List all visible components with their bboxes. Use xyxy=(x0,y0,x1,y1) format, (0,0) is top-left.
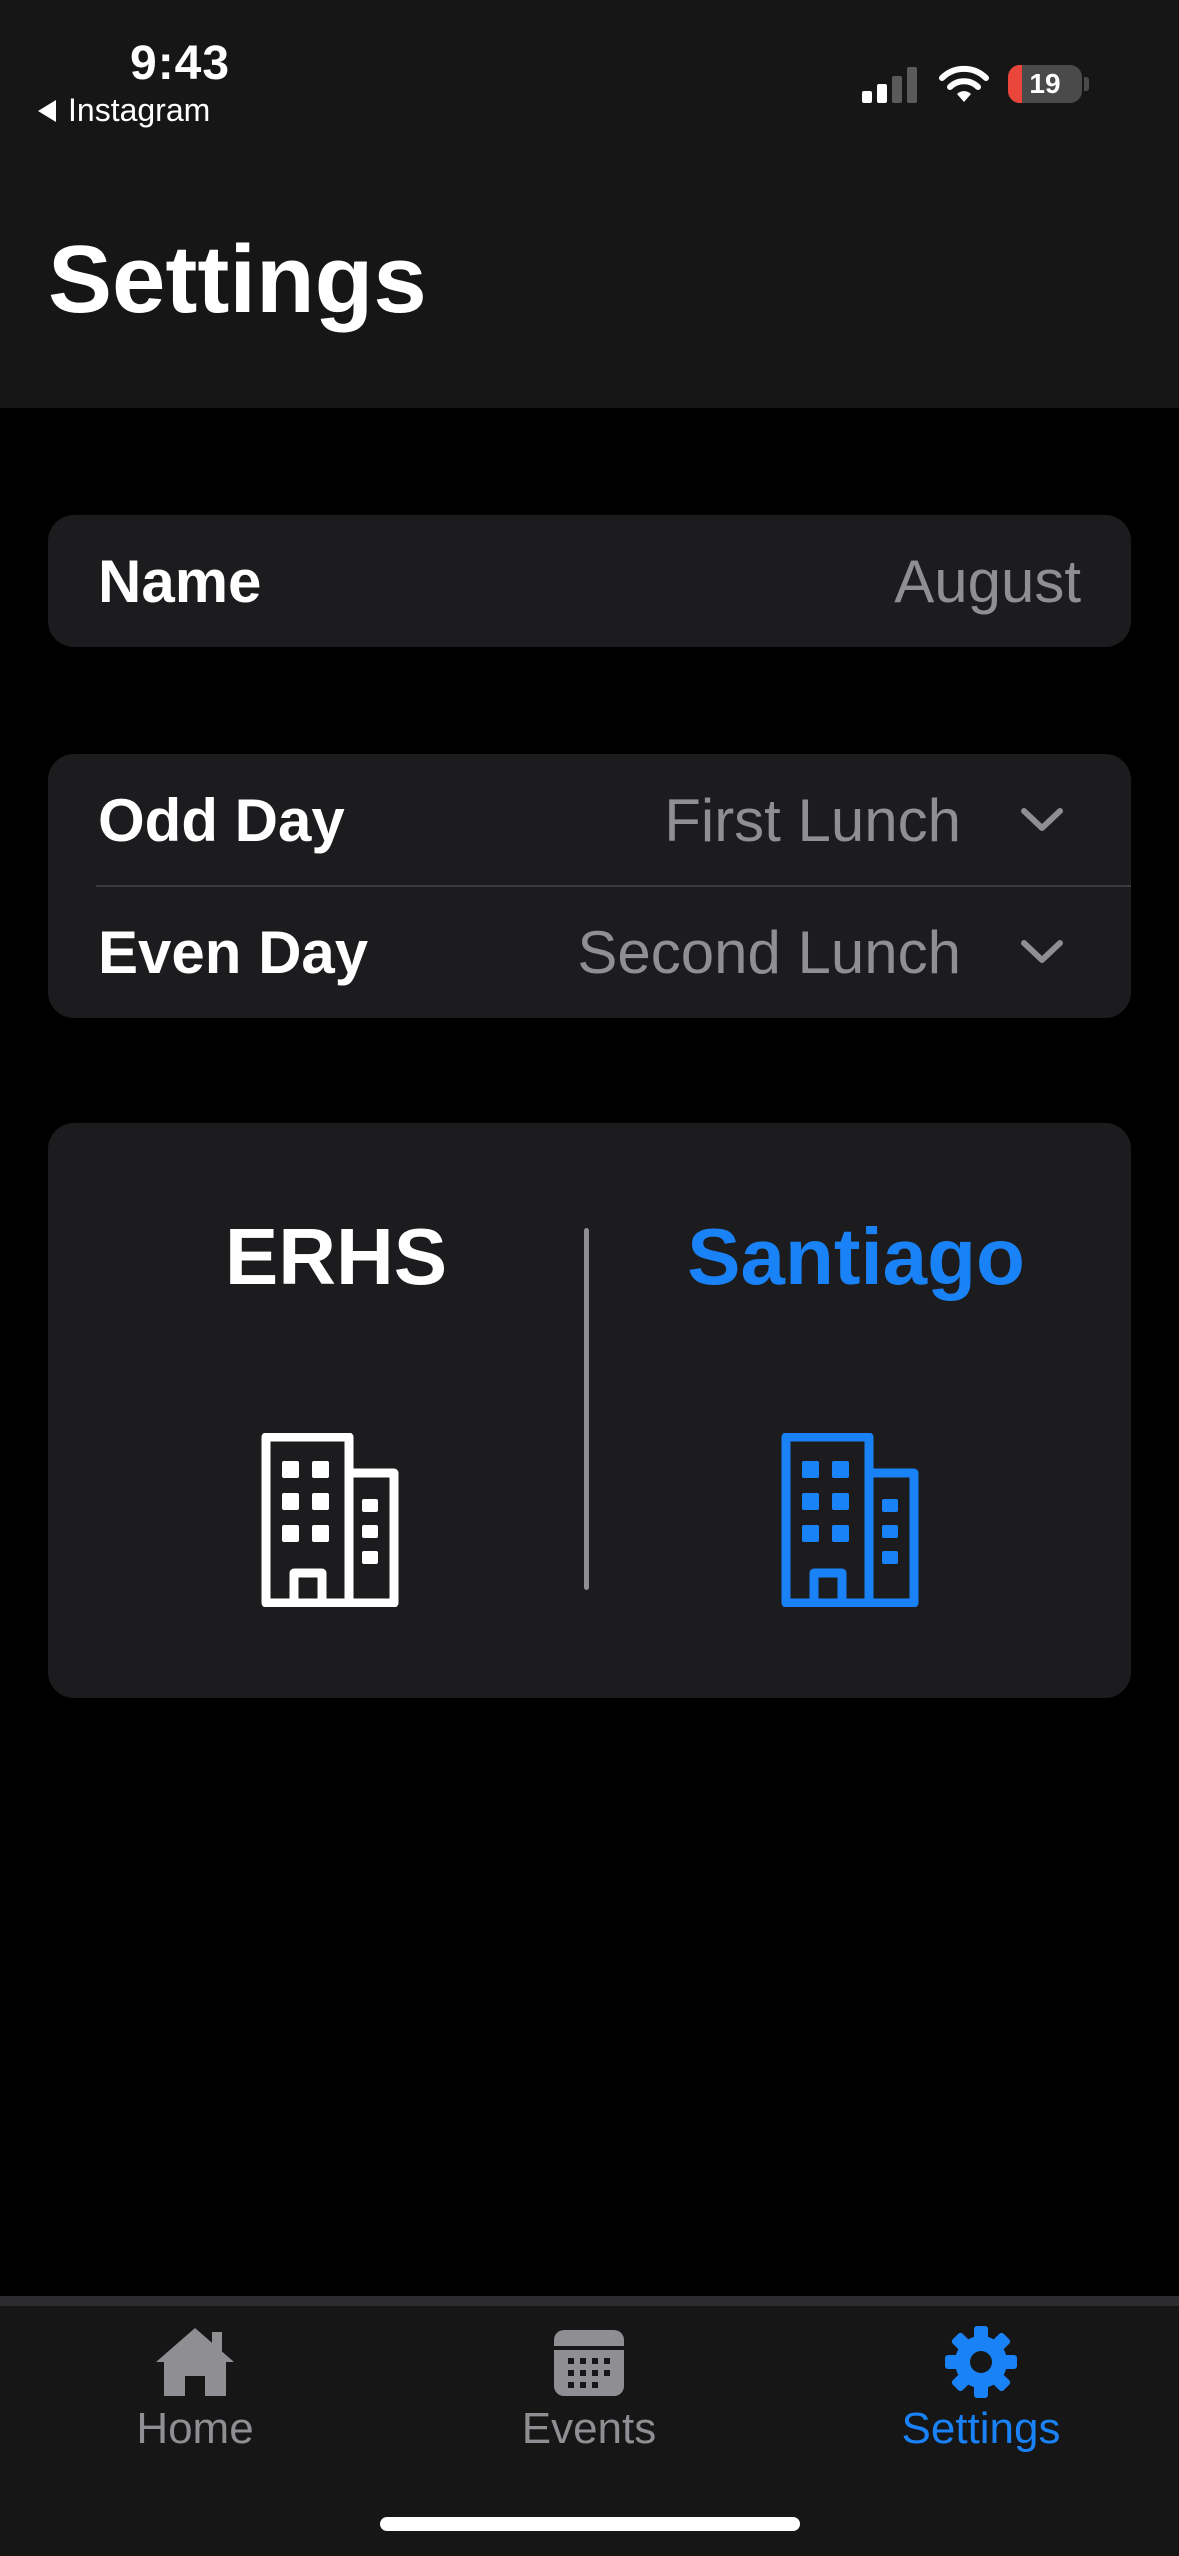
battery-cap xyxy=(1084,77,1089,91)
tab-label: Settings xyxy=(901,2404,1061,2453)
tab-label: Events xyxy=(521,2404,657,2453)
gear-icon xyxy=(945,2326,1017,2398)
cellular-signal-icon xyxy=(862,67,917,103)
battery-fill xyxy=(1008,65,1023,103)
tab-settings[interactable]: Settings xyxy=(851,2324,1111,2454)
status-icons: 19 xyxy=(862,64,1089,104)
school-card: ERHS Santiago xyxy=(48,1123,1131,1698)
name-row[interactable]: Name August xyxy=(48,515,1131,647)
tab-label: Home xyxy=(136,2404,254,2453)
odd-day-row[interactable]: Odd Day First Lunch xyxy=(48,754,1131,886)
battery-indicator: 19 xyxy=(1008,65,1082,103)
back-arrow-icon xyxy=(38,99,56,122)
back-app-label: Instagram xyxy=(68,92,211,128)
school-name: Santiago xyxy=(687,1212,1025,1301)
chevron-down-icon xyxy=(1021,808,1063,831)
header: 9:43 Instagram 19 Settings xyxy=(0,0,1179,408)
building-icon xyxy=(781,1433,919,1607)
building-icon xyxy=(261,1433,399,1607)
house-icon xyxy=(156,2328,234,2396)
odd-day-value: First Lunch xyxy=(664,786,961,854)
name-value[interactable]: August xyxy=(894,547,1081,616)
chevron-down-icon xyxy=(1021,940,1063,963)
school-name: ERHS xyxy=(224,1212,448,1301)
page-title: Settings xyxy=(48,226,427,333)
school-option-erhs[interactable]: ERHS xyxy=(86,1123,586,1698)
tab-home[interactable]: Home xyxy=(65,2324,325,2454)
lunch-card: Odd Day First Lunch Even Day Second Lunc… xyxy=(48,754,1131,1018)
school-option-santiago[interactable]: Santiago xyxy=(606,1123,1106,1698)
calendar-icon xyxy=(554,2330,624,2396)
name-card: Name August xyxy=(48,515,1131,647)
school-divider xyxy=(584,1228,589,1590)
back-to-app-button[interactable]: Instagram xyxy=(38,92,210,129)
status-time: 9:43 xyxy=(130,37,231,90)
even-day-row[interactable]: Even Day Second Lunch xyxy=(48,886,1131,1018)
even-day-value: Second Lunch xyxy=(577,918,961,986)
home-indicator xyxy=(380,2517,800,2531)
wifi-icon xyxy=(939,65,989,102)
name-label: Name xyxy=(98,547,262,615)
odd-day-label: Odd Day xyxy=(98,786,345,854)
even-day-label: Even Day xyxy=(98,918,369,986)
tab-events[interactable]: Events xyxy=(459,2324,719,2454)
battery-level: 19 xyxy=(1029,68,1061,99)
